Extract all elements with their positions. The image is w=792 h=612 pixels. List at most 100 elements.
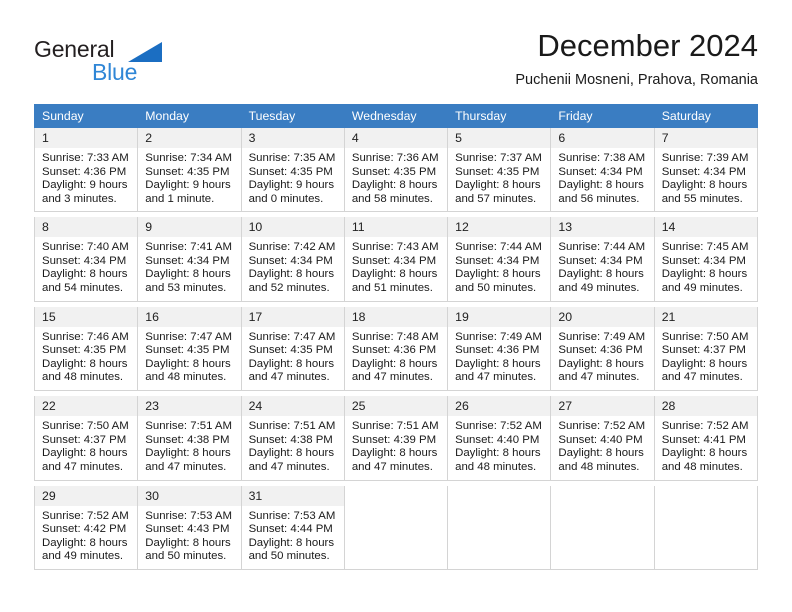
day-cell-20[interactable]: 20 Sunrise: 7:49 AM Sunset: 4:36 PM Dayligh…	[550, 306, 655, 391]
day-cell-1[interactable]: 1 Sunrise: 7:33 AM Sunset: 4:36 PM Daylight…	[33, 127, 139, 212]
daylight-duration-line1: Daylight: 8 hours	[558, 447, 644, 460]
daylight-duration-line2: and 54 minutes.	[42, 281, 124, 294]
sunset-time: Sunset: 4:34 PM	[351, 254, 437, 267]
calendar-week-row: 15 Sunrise: 7:46 AM Sunset: 4:35 PM Dayligh…	[33, 306, 759, 391]
daylight-duration-line1: Daylight: 8 hours	[145, 357, 231, 370]
day-cell-27[interactable]: 27 Sunrise: 7:52 AM Sunset: 4:40 PM Dayligh…	[550, 396, 655, 481]
sunset-time: Sunset: 4:34 PM	[558, 254, 643, 267]
daylight-duration-line1: Daylight: 8 hours	[558, 268, 644, 281]
daylight-duration-line1: Daylight: 8 hours	[248, 268, 335, 281]
day-sun-info: Sunrise: 7:42 AM Sunset: 4:34 PM Daylight:…	[242, 237, 344, 295]
daylight-duration-line1: Daylight: 8 hours	[42, 536, 128, 549]
day-cell-13[interactable]: 13 Sunrise: 7:44 AM Sunset: 4:34 PM Dayligh…	[550, 217, 655, 302]
day-cell-18[interactable]: 18 Sunrise: 7:48 AM Sunset: 4:36 PM Dayligh…	[343, 306, 449, 391]
day-cell-10[interactable]: 10 Sunrise: 7:42 AM Sunset: 4:34 PM Dayligh…	[240, 217, 345, 302]
day-cell-8[interactable]: 8 Sunrise: 7:40 AM Sunset: 4:34 PM Daylight…	[33, 217, 139, 302]
day-sun-info: Sunrise: 7:51 AM Sunset: 4:39 PM Daylight:…	[345, 416, 447, 474]
weekday-header-sunday: Sunday	[33, 104, 139, 128]
day-cell-21[interactable]: 21 Sunrise: 7:50 AM Sunset: 4:37 PM Dayligh…	[653, 306, 759, 391]
sunrise-time: Sunrise: 7:37 AM	[455, 152, 542, 164]
day-cell-14[interactable]: 14 Sunrise: 7:45 AM Sunset: 4:34 PM Dayligh…	[653, 217, 759, 302]
daylight-duration-line2: and 52 minutes.	[248, 281, 330, 294]
day-sun-info: Sunrise: 7:48 AM Sunset: 4:36 PM Daylight:…	[345, 327, 447, 385]
daylight-duration-line2: and 56 minutes.	[558, 192, 640, 205]
page-subtitle: Puchenii Mosneni, Prahova, Romania	[515, 72, 758, 88]
page-header: General Blue December 2024 Puchenii Mosn…	[34, 28, 758, 96]
day-cell-5[interactable]: 5 Sunrise: 7:37 AM Sunset: 4:35 PM Daylight…	[447, 127, 552, 212]
day-cell-7[interactable]: 7 Sunrise: 7:39 AM Sunset: 4:34 PM Daylight…	[653, 127, 759, 212]
sunset-time: Sunset: 4:34 PM	[661, 165, 746, 178]
day-sun-info: Sunrise: 7:34 AM Sunset: 4:35 PM Daylight:…	[138, 148, 240, 206]
day-cell-26[interactable]: 26 Sunrise: 7:52 AM Sunset: 4:40 PM Dayligh…	[447, 396, 552, 481]
daylight-duration-line1: Daylight: 8 hours	[455, 268, 541, 281]
day-sun-info: Sunrise: 7:40 AM Sunset: 4:34 PM Daylight:…	[35, 237, 137, 295]
day-cell-16[interactable]: 16 Sunrise: 7:47 AM Sunset: 4:35 PM Dayligh…	[137, 306, 242, 391]
day-cell-11[interactable]: 11 Sunrise: 7:43 AM Sunset: 4:34 PM Dayligh…	[343, 217, 449, 302]
daylight-duration-line1: Daylight: 9 hours	[145, 179, 231, 192]
sunrise-time: Sunrise: 7:46 AM	[42, 330, 129, 343]
day-cell-19[interactable]: 19 Sunrise: 7:49 AM Sunset: 4:36 PM Dayligh…	[447, 306, 552, 391]
day-sun-info: Sunrise: 7:39 AM Sunset: 4:34 PM Daylight:…	[655, 148, 757, 206]
day-number: 5	[448, 128, 551, 148]
day-sun-info: Sunrise: 7:52 AM Sunset: 4:40 PM Daylight:…	[551, 416, 653, 474]
day-cell-6[interactable]: 6 Sunrise: 7:38 AM Sunset: 4:34 PM Daylight…	[550, 127, 655, 212]
sunrise-time: Sunrise: 7:51 AM	[145, 420, 233, 432]
sunrise-time: Sunrise: 7:50 AM	[42, 420, 129, 432]
day-number: 27	[551, 396, 654, 416]
day-cell-25[interactable]: 25 Sunrise: 7:51 AM Sunset: 4:39 PM Dayligh…	[343, 396, 449, 481]
daylight-duration-line2: and 53 minutes.	[145, 281, 227, 294]
calendar-grid: Sunday Monday Tuesday Wednesday Thursday Frid…	[33, 104, 759, 570]
general-blue-logo[interactable]: General Blue	[34, 36, 244, 90]
day-number: 17	[241, 306, 344, 327]
day-cell-23[interactable]: 23 Sunrise: 7:51 AM Sunset: 4:38 PM Dayligh…	[137, 396, 242, 481]
daylight-duration-line1: Daylight: 8 hours	[248, 536, 335, 549]
day-number: 22	[35, 396, 138, 416]
sunset-time: Sunset: 4:34 PM	[661, 254, 746, 267]
day-cell-29[interactable]: 29 Sunrise: 7:52 AM Sunset: 4:42 PM Dayligh…	[33, 485, 139, 570]
day-number: 7	[654, 128, 757, 148]
day-cell-22[interactable]: 22 Sunrise: 7:50 AM Sunset: 4:37 PM Dayligh…	[33, 396, 139, 481]
day-cell-4[interactable]: 4 Sunrise: 7:36 AM Sunset: 4:35 PM Daylight…	[343, 127, 449, 212]
day-cell-12[interactable]: 12 Sunrise: 7:44 AM Sunset: 4:34 PM Dayligh…	[447, 217, 552, 302]
weekday-header-thursday: Thursday	[447, 104, 552, 128]
day-cell-17[interactable]: 17 Sunrise: 7:47 AM Sunset: 4:35 PM Dayligh…	[240, 306, 345, 391]
day-number: 18	[344, 306, 448, 327]
sunrise-time: Sunrise: 7:53 AM	[248, 509, 336, 522]
calendar-page: General Blue December 2024 Puchenii Mosn…	[0, 0, 792, 612]
daylight-duration-line1: Daylight: 8 hours	[661, 357, 748, 370]
daylight-duration-line2: and 47 minutes.	[248, 460, 330, 473]
day-cell-empty	[550, 485, 655, 570]
sunrise-time: Sunrise: 7:35 AM	[248, 152, 336, 164]
day-cell-28[interactable]: 28 Sunrise: 7:52 AM Sunset: 4:41 PM Dayligh…	[653, 396, 759, 481]
daylight-duration-line1: Daylight: 8 hours	[558, 357, 644, 370]
day-cell-15[interactable]: 15 Sunrise: 7:46 AM Sunset: 4:35 PM Dayligh…	[33, 306, 139, 391]
daylight-duration-line2: and 48 minutes.	[558, 460, 640, 473]
day-number: 14	[654, 217, 757, 237]
day-number: 26	[448, 396, 551, 416]
day-sun-info: Sunrise: 7:49 AM Sunset: 4:36 PM Daylight:…	[448, 327, 550, 385]
day-number: 16	[138, 306, 241, 327]
day-sun-info: Sunrise: 7:52 AM Sunset: 4:42 PM Daylight:…	[35, 506, 137, 564]
sunset-time: Sunset: 4:38 PM	[248, 433, 333, 446]
sunset-time: Sunset: 4:39 PM	[351, 433, 437, 446]
sunset-time: Sunset: 4:40 PM	[558, 433, 643, 446]
day-cell-30[interactable]: 30 Sunrise: 7:53 AM Sunset: 4:43 PM Dayligh…	[137, 485, 242, 570]
daylight-duration-line1: Daylight: 8 hours	[248, 357, 335, 370]
daylight-duration-line1: Daylight: 9 hours	[42, 179, 128, 192]
day-sun-info: Sunrise: 7:37 AM Sunset: 4:35 PM Daylight:…	[448, 148, 550, 206]
day-cell-24[interactable]: 24 Sunrise: 7:51 AM Sunset: 4:38 PM Dayligh…	[240, 396, 345, 481]
day-cell-2[interactable]: 2 Sunrise: 7:34 AM Sunset: 4:35 PM Daylight…	[137, 127, 242, 212]
calendar-table: Sunday Monday Tuesday Wednesday Thursday Frid…	[33, 104, 759, 570]
day-cell-9[interactable]: 9 Sunrise: 7:41 AM Sunset: 4:34 PM Daylight…	[137, 217, 242, 302]
daylight-duration-line2: and 3 minutes.	[42, 192, 117, 205]
daylight-duration-line1: Daylight: 8 hours	[145, 268, 231, 281]
daylight-duration-line1: Daylight: 8 hours	[248, 447, 335, 460]
day-number: 13	[551, 217, 654, 237]
daylight-duration-line2: and 47 minutes.	[42, 460, 124, 473]
day-cell-3[interactable]: 3 Sunrise: 7:35 AM Sunset: 4:35 PM Daylight…	[240, 127, 345, 212]
sunrise-time: Sunrise: 7:45 AM	[661, 241, 749, 253]
day-cell-31[interactable]: 31 Sunrise: 7:53 AM Sunset: 4:44 PM Dayligh…	[240, 485, 345, 570]
daylight-duration-line2: and 47 minutes.	[455, 371, 537, 384]
page-title: December 2024	[537, 28, 758, 63]
sunrise-time: Sunrise: 7:44 AM	[558, 241, 646, 253]
